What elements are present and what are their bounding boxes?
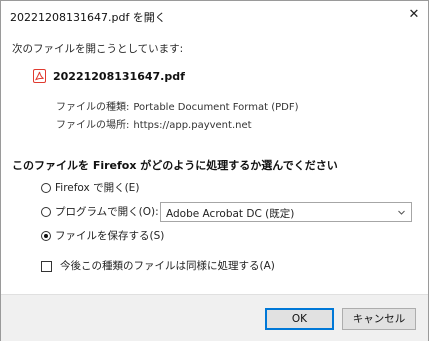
file-source-value: https://app.payvent.net bbox=[133, 120, 252, 131]
remember-choice-checkbox[interactable] bbox=[41, 261, 52, 272]
file-source-row: ファイルの場所: https://app.payvent.net bbox=[56, 116, 252, 131]
open-with-program-label[interactable]: プログラムで開く(O): bbox=[55, 205, 159, 220]
open-with-firefox-label[interactable]: Firefox で開く(E) bbox=[55, 181, 139, 196]
application-select[interactable]: Adobe Acrobat DC (既定) bbox=[160, 202, 412, 222]
action-heading: このファイルを Firefox がどのように処理するか選んでください bbox=[12, 159, 338, 172]
title-bar[interactable]: 20221208131647.pdf を開く ✕ bbox=[1, 1, 428, 31]
file-source-label: ファイルの場所: bbox=[56, 120, 130, 131]
close-icon: ✕ bbox=[408, 7, 420, 22]
open-with-program-radio[interactable] bbox=[41, 207, 51, 217]
save-file-radio[interactable] bbox=[41, 231, 51, 241]
chevron-down-icon bbox=[398, 210, 405, 215]
file-name: 20221208131647.pdf bbox=[53, 70, 185, 83]
remember-choice-label[interactable]: 今後この種類のファイルは同様に処理する(A) bbox=[60, 259, 275, 274]
open-file-dialog: 20221208131647.pdf を開く ✕ 次のファイルを開こうとしていま… bbox=[0, 0, 429, 341]
dialog-body: 次のファイルを開こうとしています: 20221208131647.pdf ファイ… bbox=[1, 31, 428, 294]
file-type-row: ファイルの種類: Portable Document Format (PDF) bbox=[56, 98, 298, 113]
file-type-value: Portable Document Format (PDF) bbox=[133, 102, 299, 113]
file-type-label: ファイルの種類: bbox=[56, 102, 130, 113]
cancel-button[interactable]: キャンセル bbox=[342, 308, 416, 330]
close-button[interactable]: ✕ bbox=[404, 5, 424, 25]
intro-text: 次のファイルを開こうとしています: bbox=[12, 43, 184, 55]
button-bar: OK キャンセル bbox=[1, 294, 428, 341]
ok-button[interactable]: OK bbox=[265, 308, 334, 330]
open-with-firefox-radio[interactable] bbox=[41, 183, 51, 193]
pdf-file-icon bbox=[33, 69, 46, 83]
save-file-label[interactable]: ファイルを保存する(S) bbox=[55, 229, 164, 244]
application-select-value: Adobe Acrobat DC (既定) bbox=[166, 208, 295, 220]
dialog-title: 20221208131647.pdf を開く bbox=[10, 11, 166, 24]
